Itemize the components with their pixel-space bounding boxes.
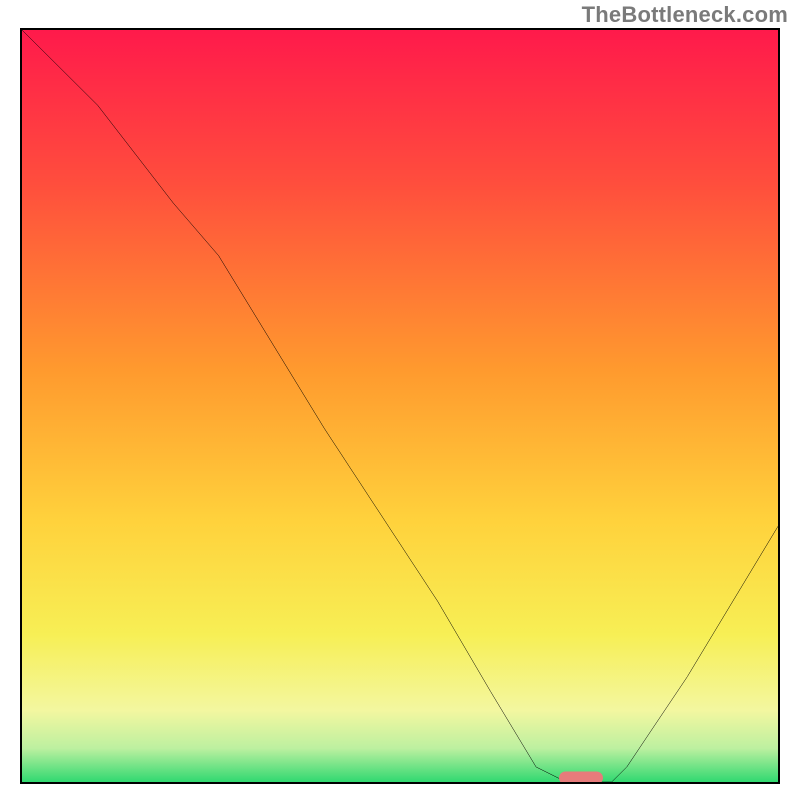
- chart-container: TheBottleneck.com: [0, 0, 800, 800]
- plot-area: [20, 28, 780, 784]
- curve-layer: [22, 30, 778, 782]
- optimum-marker: [559, 772, 603, 784]
- curve-path: [22, 30, 778, 782]
- watermark-text: TheBottleneck.com: [582, 2, 788, 28]
